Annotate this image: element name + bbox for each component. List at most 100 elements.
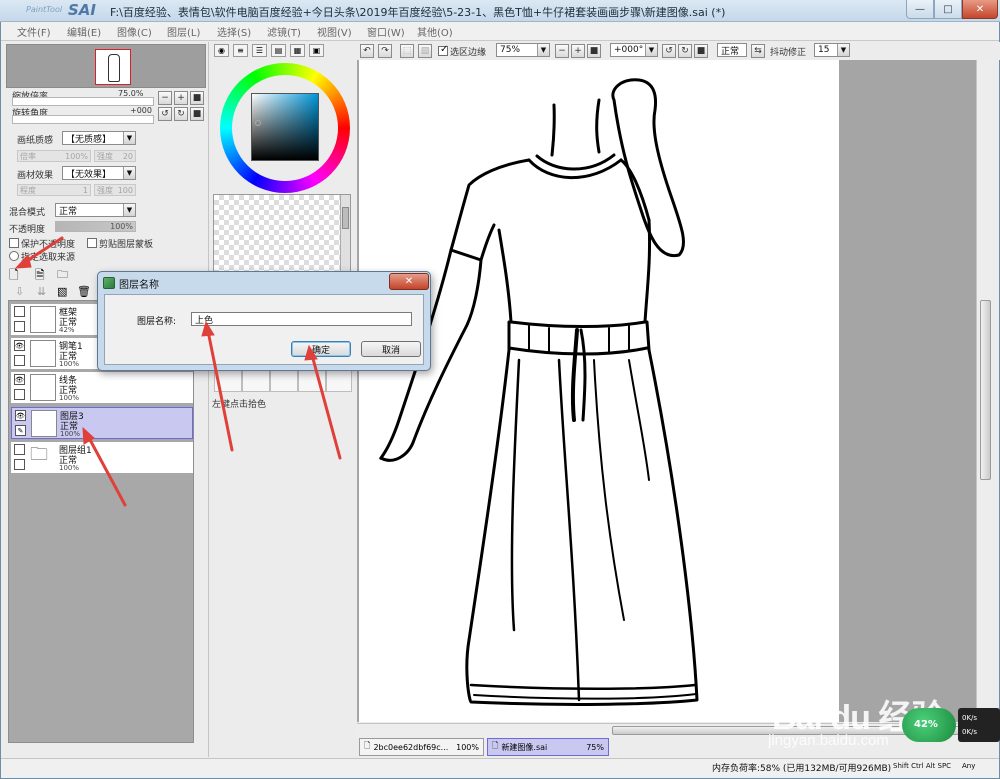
blend-mode-value: 正常 [59, 206, 78, 217]
zoom-reset-button[interactable]: ■ [190, 91, 204, 105]
stabilizer-select[interactable]: 15 ▼ [814, 43, 850, 57]
merge-down-icon[interactable]: ⇊ [37, 285, 51, 299]
brush-effect-select[interactable]: 【无效果】 ▼ [62, 166, 136, 180]
menu-view[interactable]: 视图(V) [317, 24, 367, 39]
layer-row[interactable]: 👁 线条 正常 100% [11, 372, 193, 404]
eye-icon[interactable]: 👁 [15, 410, 26, 421]
rotate-slider[interactable] [12, 115, 154, 124]
redo-button[interactable]: ↷ [378, 44, 392, 58]
doc-tab-2[interactable]: 🗋 新建图像.sai 75% [487, 738, 609, 756]
blend-mode-select[interactable]: 正常 ▼ [55, 203, 136, 217]
zoom-value: 75.0% [118, 89, 144, 98]
doc-tab-1[interactable]: 🗋 2bc0ee62dbf69c... 100% [359, 738, 484, 756]
color-wheel-tab-icon[interactable]: ◉ [214, 44, 229, 57]
lock-toggle[interactable] [14, 321, 25, 332]
flip-button[interactable]: ⇆ [751, 44, 765, 58]
lock-toggle[interactable] [14, 459, 25, 470]
canvas-blend-select[interactable]: 正常 [717, 43, 747, 57]
maximize-button[interactable]: □ [934, 0, 962, 19]
layer-name-input[interactable] [191, 312, 412, 326]
menu-select[interactable]: 选择(S) [217, 24, 267, 39]
clip-mask-checkbox[interactable] [87, 238, 97, 248]
menu-image[interactable]: 图像(C) [117, 24, 167, 39]
protect-alpha-checkbox[interactable] [9, 238, 19, 248]
brush-icon[interactable]: ✎ [15, 425, 26, 436]
canvas-rotation-select[interactable]: +000° ▼ [610, 43, 658, 57]
menu-window[interactable]: 窗口(W) [367, 24, 417, 39]
minimize-button[interactable]: — [906, 0, 934, 19]
selection-edge-checkbox[interactable] [438, 44, 448, 56]
paper-strength-value: 20 [122, 151, 133, 161]
canvas-rotate-reset-button[interactable]: ■ [694, 44, 708, 58]
watermark-url: jingyan.baidu.com [768, 732, 889, 749]
canvas-zoom-in-button[interactable]: + [571, 44, 585, 58]
square-icon: ■ [192, 93, 202, 103]
trash-icon[interactable]: 🗑 [77, 285, 91, 299]
zoom-slider[interactable] [12, 97, 154, 106]
invert-selection-button[interactable]: ▧ [418, 44, 432, 58]
layer-row[interactable]: 🗀 图层组1 正常 100% [11, 442, 193, 474]
canvas-zoom-reset-button[interactable]: ■ [587, 44, 601, 58]
canvas-zoom-select[interactable]: 75% ▼ [496, 43, 550, 57]
minimize-icon: — [915, 3, 925, 15]
mixer-tab-icon[interactable]: ▤ [271, 44, 286, 57]
ok-button[interactable]: 确定 [291, 341, 351, 357]
eye-icon[interactable]: 👁 [14, 340, 25, 351]
opacity-slider[interactable]: 100% [55, 221, 136, 232]
menu-layer[interactable]: 图层(L) [167, 24, 217, 39]
doc-tab-zoom: 75% [586, 742, 604, 752]
rgb-slider-tab-icon[interactable]: ≡ [233, 44, 248, 57]
swatch-tab-icon[interactable]: ▦ [290, 44, 305, 57]
dialog-close-button[interactable]: ✕ [389, 273, 429, 290]
any-status: Any [962, 762, 976, 770]
scratchpad-tab-icon[interactable]: ▣ [309, 44, 324, 57]
vertical-scrollbar[interactable] [976, 60, 993, 722]
paper-texture-select[interactable]: 【无质感】 ▼ [62, 131, 136, 145]
menu-other[interactable]: 其他(O) [417, 24, 467, 39]
layer-opacity: 100% [60, 430, 81, 438]
maximize-icon: □ [943, 3, 953, 15]
rotate-left-button[interactable]: ↺ [158, 107, 172, 121]
clear-layer-icon[interactable]: ▧ [57, 285, 71, 299]
effect-degree-value: 1 [82, 185, 88, 195]
rotate-reset-button[interactable]: ■ [190, 107, 204, 121]
new-folder-icon[interactable]: 🗀 [57, 266, 71, 281]
saturation-value-square[interactable] [251, 93, 319, 161]
document-icon: 🗋 [364, 741, 371, 750]
net-down: 0K/s [962, 728, 978, 736]
hsv-slider-tab-icon[interactable]: ☰ [252, 44, 267, 57]
pick-source-radio[interactable] [9, 251, 19, 261]
new-layer-icon[interactable]: 🗋 [9, 266, 23, 282]
rotate-value: +000 [130, 106, 152, 115]
zoom-in-button[interactable]: + [174, 91, 188, 105]
transfer-down-icon[interactable]: ⇩ [15, 285, 29, 299]
minus-icon: − [161, 93, 169, 103]
visibility-toggle[interactable] [14, 306, 25, 317]
undo-button[interactable]: ↶ [360, 44, 374, 58]
close-button[interactable]: ✕ [962, 0, 998, 19]
canvas-zoom-out-button[interactable]: − [555, 44, 569, 58]
navigator-preview[interactable] [6, 44, 206, 88]
visibility-toggle[interactable] [14, 444, 25, 455]
menu-filter[interactable]: 滤镜(T) [267, 24, 317, 39]
layer-row-selected[interactable]: 👁 ✎ 图层3 正常 100% [11, 407, 193, 439]
paper-scale-value: 100% [65, 151, 88, 161]
canvas-rotate-right-button[interactable]: ↻ [678, 44, 692, 58]
canvas-rotate-left-button[interactable]: ↺ [662, 44, 676, 58]
drawing-canvas[interactable] [359, 60, 839, 722]
layer-opacity: 42% [59, 326, 75, 334]
rotate-right-button[interactable]: ↻ [174, 107, 188, 121]
eye-icon[interactable]: 👁 [14, 374, 25, 385]
zoom-out-button[interactable]: − [158, 91, 172, 105]
lock-toggle[interactable] [14, 355, 25, 366]
new-vector-layer-icon[interactable]: 🗎 [35, 266, 49, 282]
cancel-button[interactable]: 取消 [361, 341, 421, 357]
effect-strength-label: 强度 [97, 185, 113, 195]
stabilizer-value: 15 [818, 45, 830, 55]
lock-toggle[interactable] [14, 389, 25, 400]
close-icon: ✕ [975, 3, 985, 15]
deselect-button[interactable]: ⬚ [400, 44, 414, 58]
menu-edit[interactable]: 编辑(E) [67, 24, 117, 39]
menu-file[interactable]: 文件(F) [17, 24, 67, 39]
layer-opacity: 100% [59, 394, 80, 402]
